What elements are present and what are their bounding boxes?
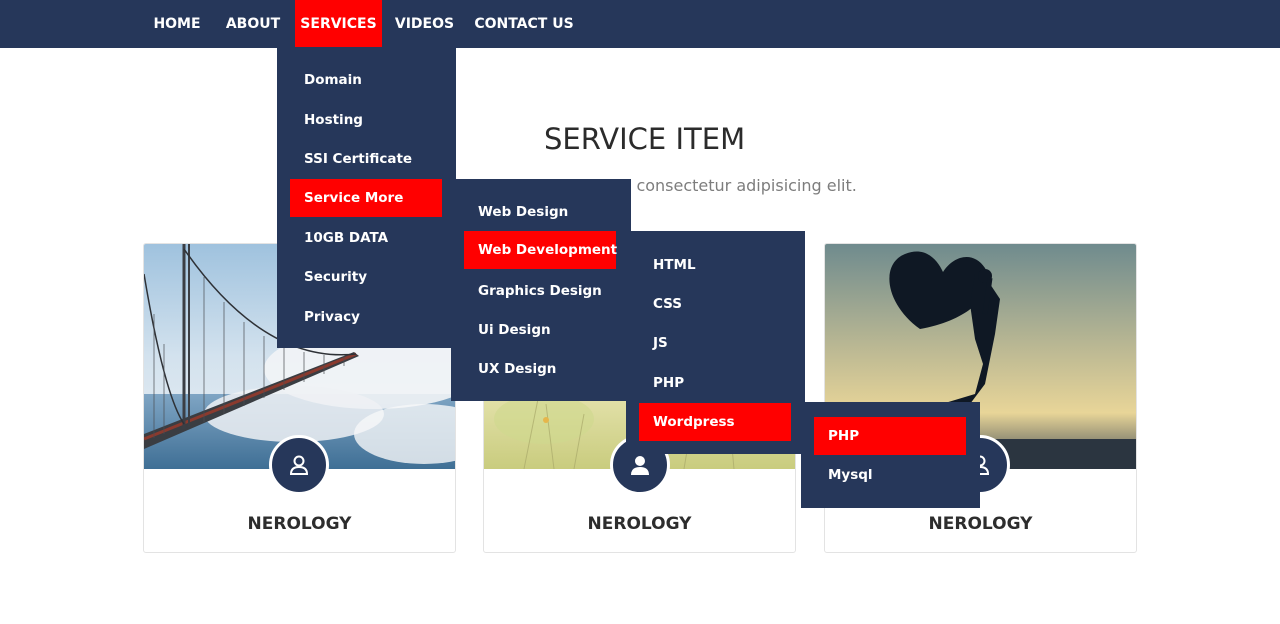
- nav-about[interactable]: ABOUT: [220, 0, 286, 47]
- web-development-submenu: HTML CSS JS PHP Wordpress: [626, 231, 805, 454]
- user-filled-icon: [631, 456, 649, 475]
- menu-item-css[interactable]: CSS: [639, 285, 791, 323]
- nav-services[interactable]: SERVICES: [295, 0, 382, 47]
- services-dropdown: Domain Hosting SSI Certificate Service M…: [277, 47, 456, 348]
- nav-home[interactable]: HOME: [146, 0, 208, 47]
- card-title: NEROLOGY: [587, 514, 692, 534]
- card-title: NEROLOGY: [928, 514, 1033, 534]
- nav-contact-us[interactable]: CONTACT US: [470, 0, 578, 47]
- menu-item-wp-php[interactable]: PHP: [814, 417, 966, 455]
- menu-item-graphics-design[interactable]: Graphics Design: [464, 272, 616, 310]
- menu-item-ux-design[interactable]: UX Design: [464, 350, 616, 388]
- service-more-submenu: Web Design Web Development Graphics Desi…: [451, 179, 631, 401]
- user-outline-icon: [289, 455, 309, 475]
- menu-item-web-design[interactable]: Web Design: [464, 193, 616, 231]
- menu-item-php[interactable]: PHP: [639, 364, 791, 402]
- menu-item-10gb-data[interactable]: 10GB DATA: [290, 219, 442, 257]
- menu-item-wordpress[interactable]: Wordpress: [639, 403, 791, 441]
- menu-item-js[interactable]: JS: [639, 324, 791, 362]
- menu-item-privacy[interactable]: Privacy: [290, 298, 442, 336]
- nav-videos[interactable]: VIDEOS: [391, 0, 458, 47]
- menu-item-security[interactable]: Security: [290, 258, 442, 296]
- menu-item-ssi-certificate[interactable]: SSI Certificate: [290, 140, 442, 178]
- section-title: SERVICE ITEM: [544, 122, 746, 156]
- top-navbar: HOME ABOUT SERVICES VIDEOS CONTACT US: [0, 0, 1280, 48]
- menu-item-service-more[interactable]: Service More: [290, 179, 442, 217]
- menu-item-hosting[interactable]: Hosting: [290, 101, 442, 139]
- menu-item-mysql[interactable]: Mysql: [814, 456, 966, 494]
- card-title: NEROLOGY: [247, 514, 352, 534]
- section-subtitle: t, consectetur adipisicing elit.: [620, 176, 857, 195]
- card-1-avatar: [269, 435, 329, 495]
- menu-item-html[interactable]: HTML: [639, 246, 791, 284]
- menu-item-ui-design[interactable]: Ui Design: [464, 311, 616, 349]
- wordpress-submenu: PHP Mysql: [801, 402, 980, 508]
- menu-item-web-development[interactable]: Web Development: [464, 231, 617, 269]
- menu-item-domain[interactable]: Domain: [290, 61, 442, 99]
